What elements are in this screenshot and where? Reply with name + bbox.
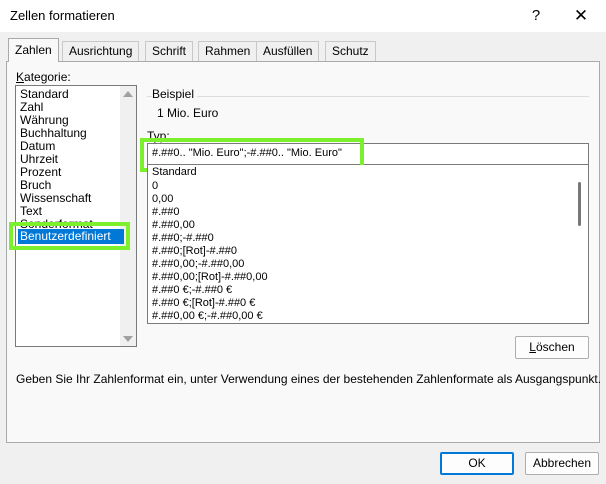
format-item[interactable]: #.##0,00;-#.##0,00 xyxy=(152,258,244,270)
format-item[interactable]: #.##0 €;-#.##0 € xyxy=(152,284,232,296)
tab-ausrichtung[interactable]: Ausrichtung xyxy=(62,41,140,61)
close-button[interactable]: ✕ xyxy=(566,2,596,30)
format-item[interactable]: #.##0 €;[Rot]-#.##0 € xyxy=(152,297,255,309)
beispiel-label: Beispiel xyxy=(152,87,198,101)
highlight-frame-category xyxy=(9,222,130,250)
tab-rahmen[interactable]: Rahmen xyxy=(198,41,258,61)
help-button[interactable]: ? xyxy=(522,2,550,30)
format-item[interactable]: #.##0 xyxy=(152,206,180,218)
beispiel-value: 1 Mio. Euro xyxy=(157,106,219,120)
format-item[interactable]: #.##0,00 €;-#.##0,00 € xyxy=(152,310,263,322)
category-scrollbar[interactable] xyxy=(120,86,136,346)
format-item[interactable]: #.##0,00;[Rot]-#.##0,00 xyxy=(152,271,268,283)
tab-zahlen[interactable]: Zahlen xyxy=(8,38,59,62)
format-item[interactable]: #.##0;[Rot]-#.##0 xyxy=(152,245,237,257)
ok-button[interactable]: OK xyxy=(440,452,514,475)
tab-ausfuellen[interactable]: Ausfüllen xyxy=(256,41,320,61)
format-list[interactable]: Standard 0 0,00 #.##0 #.##0,00 #.##0;-#.… xyxy=(147,165,589,324)
format-scrollbar-thumb[interactable] xyxy=(578,182,581,226)
dialog-title: Zellen formatieren xyxy=(10,8,115,23)
format-item[interactable]: 0,00 xyxy=(152,193,173,205)
tab-schrift[interactable]: Schrift xyxy=(145,41,194,61)
format-item[interactable]: #.##0;-#.##0 xyxy=(152,232,214,244)
format-item[interactable]: Standard xyxy=(152,166,197,178)
scroll-up-icon[interactable] xyxy=(123,91,133,97)
tab-schutz[interactable]: Schutz xyxy=(325,41,376,61)
hint-text: Geben Sie Ihr Zahlenformat ein, unter Ve… xyxy=(16,372,602,386)
format-item[interactable]: #.##0,00 xyxy=(152,219,195,231)
scroll-down-icon[interactable] xyxy=(123,336,133,342)
loeschen-button[interactable]: Löschen xyxy=(515,336,589,359)
kategorie-label: Kategorie: xyxy=(16,70,71,84)
category-list[interactable]: Standard Zahl Währung Buchhaltung Datum … xyxy=(15,85,137,347)
format-item[interactable]: 0 xyxy=(152,180,158,192)
cancel-button[interactable]: Abbrechen xyxy=(525,452,599,475)
